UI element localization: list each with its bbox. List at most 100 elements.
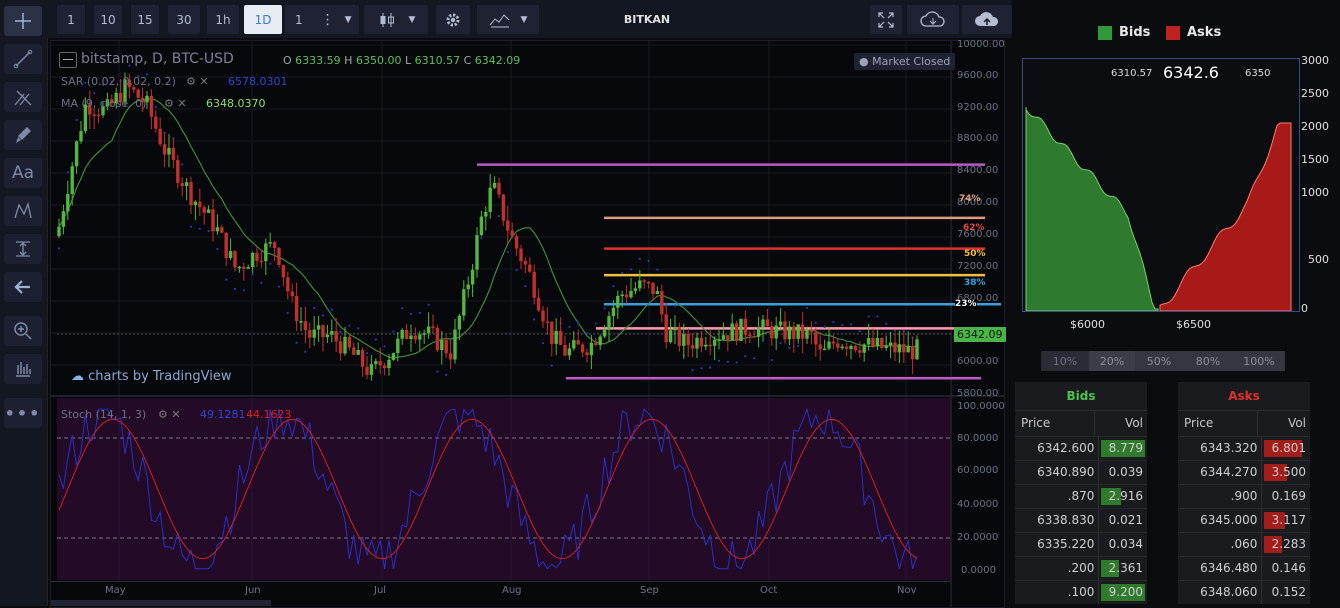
- bids-row-price: 6340.890: [1015, 461, 1100, 484]
- candle-body: [717, 339, 721, 341]
- sar-dot: [717, 359, 721, 362]
- candle-body: [242, 266, 246, 269]
- sar-dot: [823, 325, 826, 329]
- price-tick: 7200.00: [957, 261, 999, 272]
- candle-body: [558, 330, 563, 345]
- percent-20-button[interactable]: 20%: [1089, 351, 1135, 371]
- asks-orderbook-row[interactable]: 6344.270 3.500: [1178, 460, 1310, 484]
- candle-body: [409, 335, 413, 339]
- stoch-tick: 20.0000: [957, 532, 999, 543]
- high-label: H: [344, 54, 353, 67]
- asks-legend-label: Asks: [1187, 25, 1222, 40]
- chart-canvas[interactable]: [51, 41, 1004, 607]
- cloud-download-icon[interactable]: [907, 5, 959, 34]
- bids-orderbook-row[interactable]: .100 9.200: [1015, 580, 1147, 604]
- settings-gear-icon[interactable]: [436, 5, 470, 34]
- interval-dropdown-label: 1: [295, 12, 303, 27]
- depth-y-tick: 2000: [1301, 120, 1329, 133]
- brush-icon[interactable]: [4, 120, 42, 150]
- interval-30m-button[interactable]: 30: [168, 5, 200, 34]
- candle-body: [607, 316, 611, 330]
- candle-body: [704, 344, 708, 347]
- month-tick: Sep: [640, 585, 659, 596]
- candle-body: [902, 344, 906, 353]
- indicator-settings-icon[interactable]: ⚙ ✕: [186, 75, 209, 88]
- interval-1m-button[interactable]: 1: [57, 5, 85, 34]
- asks-row-price: 6344.270: [1178, 461, 1263, 484]
- cloud-upload-icon[interactable]: [962, 5, 1012, 34]
- candle-body: [598, 336, 602, 346]
- bids-orderbook-row[interactable]: .870 2.916: [1015, 484, 1147, 508]
- depth-chart[interactable]: 6310.57 6342.6 6350: [1022, 58, 1300, 312]
- sar-dot: [885, 322, 888, 325]
- more-tools-icon[interactable]: •••: [4, 398, 42, 428]
- trend-line-icon[interactable]: [4, 44, 42, 74]
- asks-orderbook-row[interactable]: 6346.480 0.146: [1178, 556, 1310, 580]
- indicator-settings-icon[interactable]: ⚙ ✕: [164, 97, 187, 110]
- pitchfork-icon[interactable]: [4, 82, 42, 112]
- top-toolbar: 1 10 15 30 1h 1D 1 ⋮ ▼ ▼ ▼ BITKAN: [47, 0, 1012, 38]
- candle-body: [915, 339, 919, 360]
- bids-vol-header: Vol: [1125, 416, 1143, 430]
- asks-orderbook-row[interactable]: 6343.320 6.801: [1178, 436, 1310, 460]
- collapse-legend-icon[interactable]: [59, 52, 77, 68]
- sar-dot: [313, 306, 316, 310]
- candle-body: [695, 337, 699, 349]
- text-tool-icon[interactable]: Aa: [4, 158, 42, 188]
- fib-62-label: 62%: [963, 223, 985, 233]
- fullscreen-icon[interactable]: [870, 5, 902, 34]
- asks-orderbook-row[interactable]: .900 0.169: [1178, 484, 1310, 508]
- asks-orderbook-row[interactable]: .060 2.283: [1178, 532, 1310, 556]
- sar-dot: [401, 307, 404, 310]
- sar-dot: [788, 346, 791, 350]
- sar-dot: [753, 357, 756, 360]
- magnet-icon[interactable]: [4, 354, 42, 384]
- ohlc-readout: O 6333.59 H 6350.00 L 6310.57 C 6342.09: [283, 54, 520, 67]
- interval-1h-button[interactable]: 1h: [207, 5, 239, 34]
- candle-body: [237, 266, 242, 269]
- price-chart[interactable]: bitstamp, D, BTC-USD O 6333.59 H 6350.00…: [50, 39, 1006, 608]
- measure-icon[interactable]: [4, 234, 42, 264]
- fib-23-label: 23%: [955, 299, 977, 309]
- candle-body: [624, 294, 629, 298]
- sar-dot: [242, 289, 245, 292]
- asks-orderbook-row[interactable]: 6345.000 3.117: [1178, 508, 1310, 532]
- sar-dot: [251, 273, 254, 276]
- bids-row-price: 6338.830: [1015, 509, 1100, 532]
- candle-body: [642, 280, 646, 282]
- zoom-in-icon[interactable]: [4, 316, 42, 346]
- tradingview-watermark[interactable]: ☁ charts by TradingView: [71, 369, 231, 384]
- crosshair-icon[interactable]: [4, 6, 42, 36]
- candle-body: [176, 159, 180, 183]
- indicator-settings-icon[interactable]: ⚙ ✕: [158, 408, 181, 421]
- candle-body: [567, 348, 572, 356]
- interval-1d-button[interactable]: 1D: [244, 5, 282, 34]
- bids-orderbook-row[interactable]: 6338.830 0.021: [1015, 508, 1147, 532]
- candle-body: [796, 324, 800, 339]
- bids-orderbook-row[interactable]: .200 2.361: [1015, 556, 1147, 580]
- interval-dropdown[interactable]: 1 ⋮ ▼: [285, 5, 359, 34]
- candle-body: [70, 166, 74, 194]
- depth-y-tick: 1500: [1301, 153, 1329, 166]
- stoch-d-value: 44.1623: [246, 408, 292, 421]
- indicators-dropdown[interactable]: ▼: [477, 5, 539, 34]
- percent-80-button[interactable]: 80%: [1183, 351, 1233, 371]
- bids-orderbook-row[interactable]: 6335.220 0.034: [1015, 532, 1147, 556]
- candle-body: [162, 144, 167, 155]
- percent-50-button[interactable]: 50%: [1135, 351, 1183, 371]
- pattern-icon[interactable]: [4, 196, 42, 226]
- cloud-logo-icon: ☁: [71, 369, 84, 384]
- percent-10-button[interactable]: 10%: [1041, 351, 1089, 371]
- bids-orderbook-row[interactable]: 6342.600 8.779: [1015, 436, 1147, 460]
- interval-10m-button[interactable]: 10: [94, 5, 122, 34]
- asks-orderbook-row[interactable]: 6348.060 0.152: [1178, 580, 1310, 604]
- bids-orderbook-row[interactable]: 6340.890 0.039: [1015, 460, 1147, 484]
- back-arrow-icon[interactable]: [4, 272, 42, 302]
- interval-15m-button[interactable]: 15: [131, 5, 159, 34]
- sar-dot: [638, 257, 641, 260]
- time-scrollbar[interactable]: [51, 600, 271, 606]
- chart-type-dropdown[interactable]: ▼: [364, 5, 428, 34]
- candle-body: [514, 236, 519, 249]
- candle-body: [602, 329, 607, 337]
- percent-100-button[interactable]: 100%: [1233, 351, 1285, 371]
